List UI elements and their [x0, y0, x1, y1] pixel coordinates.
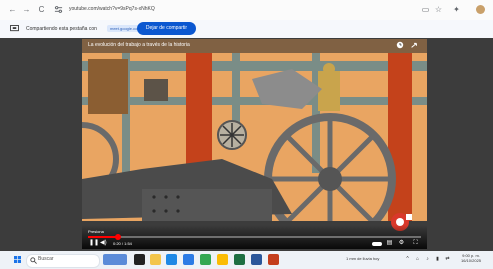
- taskbar-clock[interactable]: 9:00 p. m. 16/10/2025: [461, 253, 481, 263]
- language-icon[interactable]: ⇄: [444, 256, 451, 263]
- video-title: La evolución del trabajo a través de la …: [88, 42, 190, 48]
- widgets-app-icon[interactable]: [103, 254, 127, 265]
- volume-tray-icon[interactable]: ♪: [424, 256, 431, 263]
- player-hint: Presiona: [88, 229, 104, 234]
- time-display: 0:20 / 1:54: [113, 241, 132, 246]
- battery-icon[interactable]: ▮: [434, 256, 441, 263]
- network-icon[interactable]: ⌂: [414, 256, 421, 263]
- share-icon[interactable]: [410, 41, 418, 49]
- chrome-browser-icon[interactable]: [200, 254, 211, 265]
- store-app-icon[interactable]: [183, 254, 194, 265]
- search-icon: [30, 257, 37, 264]
- clock-icon[interactable]: [396, 41, 404, 49]
- powerpoint-app-icon[interactable]: [268, 254, 279, 265]
- stop-sharing-button[interactable]: Dejar de compartir: [137, 22, 196, 35]
- fullscreen-icon[interactable]: ⛶: [412, 240, 419, 247]
- sharing-label: Compartiendo esta pestaña con: [26, 26, 97, 32]
- site-info-icon[interactable]: [54, 5, 63, 14]
- app-icon-yellow[interactable]: [217, 254, 228, 265]
- address-bar[interactable]: youtube.com/watch?v=9sPq7s-xNhKQ: [69, 6, 155, 12]
- task-view-icon[interactable]: [134, 254, 145, 265]
- file-explorer-icon[interactable]: [150, 254, 161, 265]
- windows-start-icon[interactable]: [14, 256, 21, 263]
- edge-browser-icon[interactable]: [166, 254, 177, 265]
- weather-widget[interactable]: 1 mm de lluvia hoy: [346, 256, 379, 261]
- autoplay-toggle[interactable]: [372, 242, 382, 246]
- tray-overflow-icon[interactable]: ^: [404, 256, 411, 263]
- screen-share-icon[interactable]: ▭: [420, 4, 431, 15]
- video-player[interactable]: La evolución del trabajo a través de la …: [82, 39, 427, 249]
- video-frame-illustration: [82, 39, 427, 249]
- settings-gear-icon[interactable]: ⚙: [398, 240, 405, 247]
- clock-date: 16/10/2025: [461, 258, 482, 263]
- back-button[interactable]: ←: [8, 5, 17, 14]
- profile-avatar[interactable]: [476, 5, 485, 14]
- progress-played: [88, 236, 118, 238]
- progress-bar[interactable]: [88, 234, 421, 240]
- forward-button[interactable]: →: [22, 5, 31, 14]
- scrubber-handle[interactable]: [114, 234, 121, 240]
- word-app-icon[interactable]: [251, 254, 262, 265]
- screen-share-indicator-icon: [10, 25, 19, 32]
- pause-button[interactable]: ❚❚: [89, 240, 99, 247]
- extensions-icon[interactable]: ✦: [451, 4, 462, 15]
- reload-button[interactable]: C: [37, 5, 46, 14]
- bookmark-star-icon[interactable]: ☆: [433, 4, 444, 15]
- search-placeholder: Buscar: [38, 256, 54, 262]
- volume-icon[interactable]: ◀): [100, 240, 107, 247]
- excel-app-icon[interactable]: [234, 254, 245, 265]
- subtitles-icon[interactable]: ▤: [386, 240, 393, 247]
